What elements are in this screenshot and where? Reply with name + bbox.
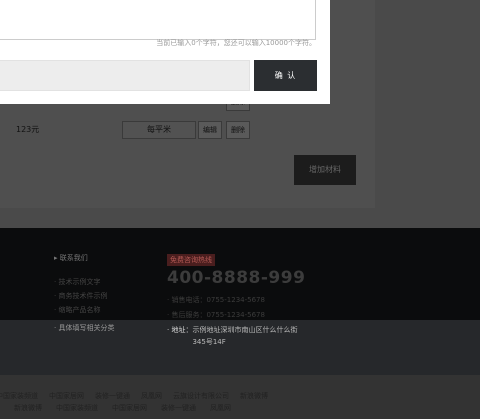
contact-link[interactable]: · 商务技术件示例 [54,289,114,303]
row-actions: 编辑 删除 [198,121,250,139]
hotline-badge: 免费咨询热线 [167,254,215,266]
friend-link[interactable]: 凤凰网 [210,403,231,413]
service-phone: · 售后服务：0755-1234-5678 [167,311,265,319]
address-label: · 地址： [167,326,193,334]
friend-link[interactable]: 中国家居网 [49,391,84,401]
friend-link[interactable]: 装修一键通 [95,391,130,401]
edit-button[interactable]: 编辑 [198,121,222,139]
input-field[interactable] [0,60,250,91]
friend-link[interactable]: 新浪微博 [14,403,42,413]
friend-links-row: 中国家装频道 中国家居网 装修一键通 凤凰网 云旗设计有限公司 新浪微博 [0,391,268,401]
address: · 地址：示例地址深圳市南山区什么什么街345号14F [167,324,302,348]
hotline-number: 400-8888-999 [167,268,306,288]
price-cell: 123元 [16,125,40,134]
address-value: 示例地址深圳市南山区什么什么街345号14F [192,326,298,346]
unit-select[interactable]: 每平米 [122,121,196,139]
add-material-button[interactable]: 增加材料 [294,155,356,185]
input-dialog: 当前已输入0个字符，您还可以输入10000个字符。 确 认 [0,0,330,104]
friend-link[interactable]: 装修一键通 [161,403,196,413]
contact-heading: ▸ 联系我们 [54,254,88,262]
contact-link[interactable]: · 具体填写相关分类 [54,321,114,335]
contact-link[interactable]: · 缩略产品名称 [54,303,114,317]
char-count-hint: 当前已输入0个字符，您还可以输入10000个字符。 [156,39,316,47]
friend-links-row: 新浪微博 中国家装频道 中国家居网 装修一键通 凤凰网 [14,403,231,413]
delete-button[interactable]: 删除 [226,121,250,139]
content-textarea[interactable] [0,0,316,40]
confirm-button[interactable]: 确 认 [254,60,317,91]
contact-link[interactable]: · 技术示例文字 [54,275,114,289]
friend-link[interactable]: 凤凰网 [141,391,162,401]
friend-link[interactable]: 云旗设计有限公司 [173,391,229,401]
contact-column: ▸ 联系我们 · 技术示例文字 · 商务技术件示例 · 缩略产品名称 · 具体填… [54,253,114,335]
sales-phone: · 销售电话：0755-1234-5678 [167,296,265,304]
friend-link[interactable]: 中国家装频道 [0,391,38,401]
friend-link[interactable]: 新浪微博 [240,391,268,401]
friend-link[interactable]: 中国家居网 [112,403,147,413]
friend-link[interactable]: 中国家装频道 [56,403,98,413]
